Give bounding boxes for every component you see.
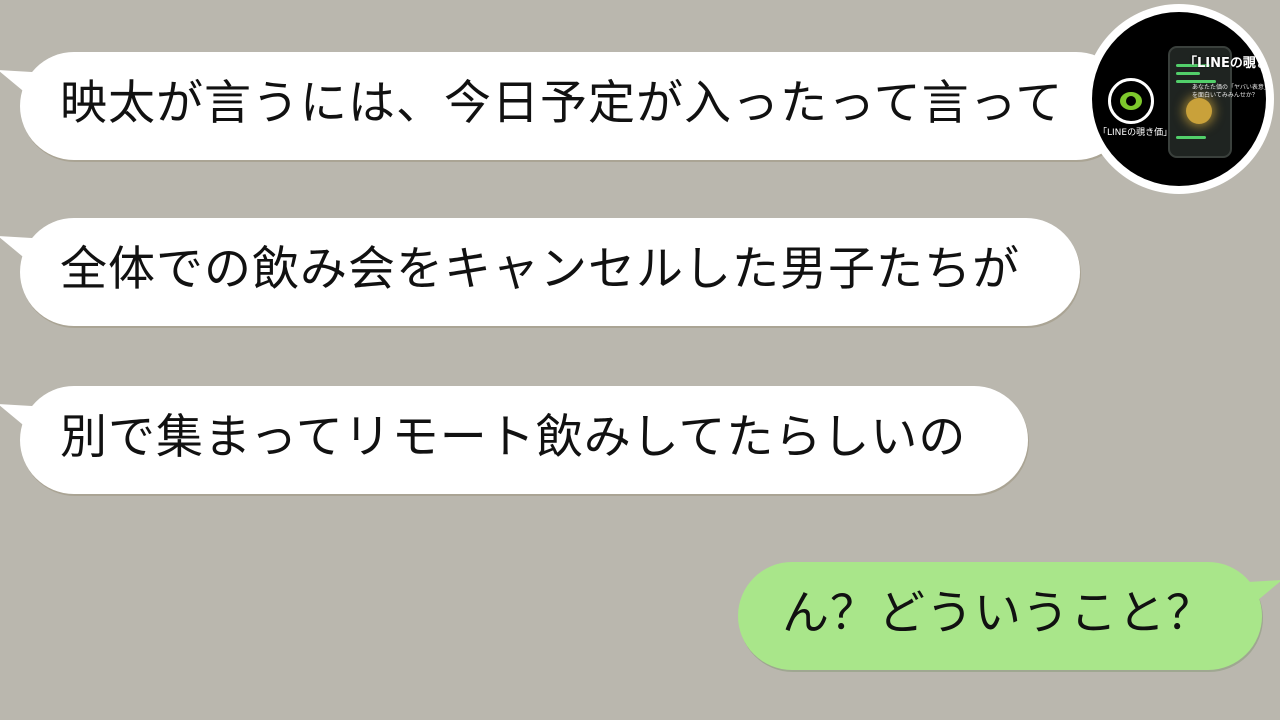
eye-icon xyxy=(1108,78,1154,124)
logo-subtitle-line: あなたた価の「ヤバい表意」 xyxy=(1192,84,1266,91)
incoming-message-bubble: 別で集まってリモート飲みしてたらしいの xyxy=(20,386,1028,494)
gold-coin-icon xyxy=(1186,98,1212,124)
incoming-message-bubble: 映太が言うには、今日予定が入ったって言って xyxy=(20,52,1130,160)
logo-subtitle: あなたた価の「ヤバい表意」 を面白いてみみんせか？ xyxy=(1192,84,1266,100)
logo-title: 「LINEの覗き価 xyxy=(1184,56,1266,71)
incoming-message-bubble: 全体での飲み会をキャンセルした男子たちが xyxy=(20,218,1080,326)
logo-subtitle-line: を面白いてみみんせか？ xyxy=(1192,92,1258,99)
channel-logo: 「LINEの覗き価」 「LINEの覗き価 あなたた価の「ヤバい表意」 を面白いて… xyxy=(1092,12,1266,186)
outgoing-message-bubble: ん？どういうこと？ xyxy=(738,562,1262,670)
logo-small-label: 「LINEの覗き価」 xyxy=(1098,128,1173,138)
channel-logo-badge: 「LINEの覗き価」 「LINEの覗き価 あなたた価の「ヤバい表意」 を面白いて… xyxy=(1084,4,1274,194)
